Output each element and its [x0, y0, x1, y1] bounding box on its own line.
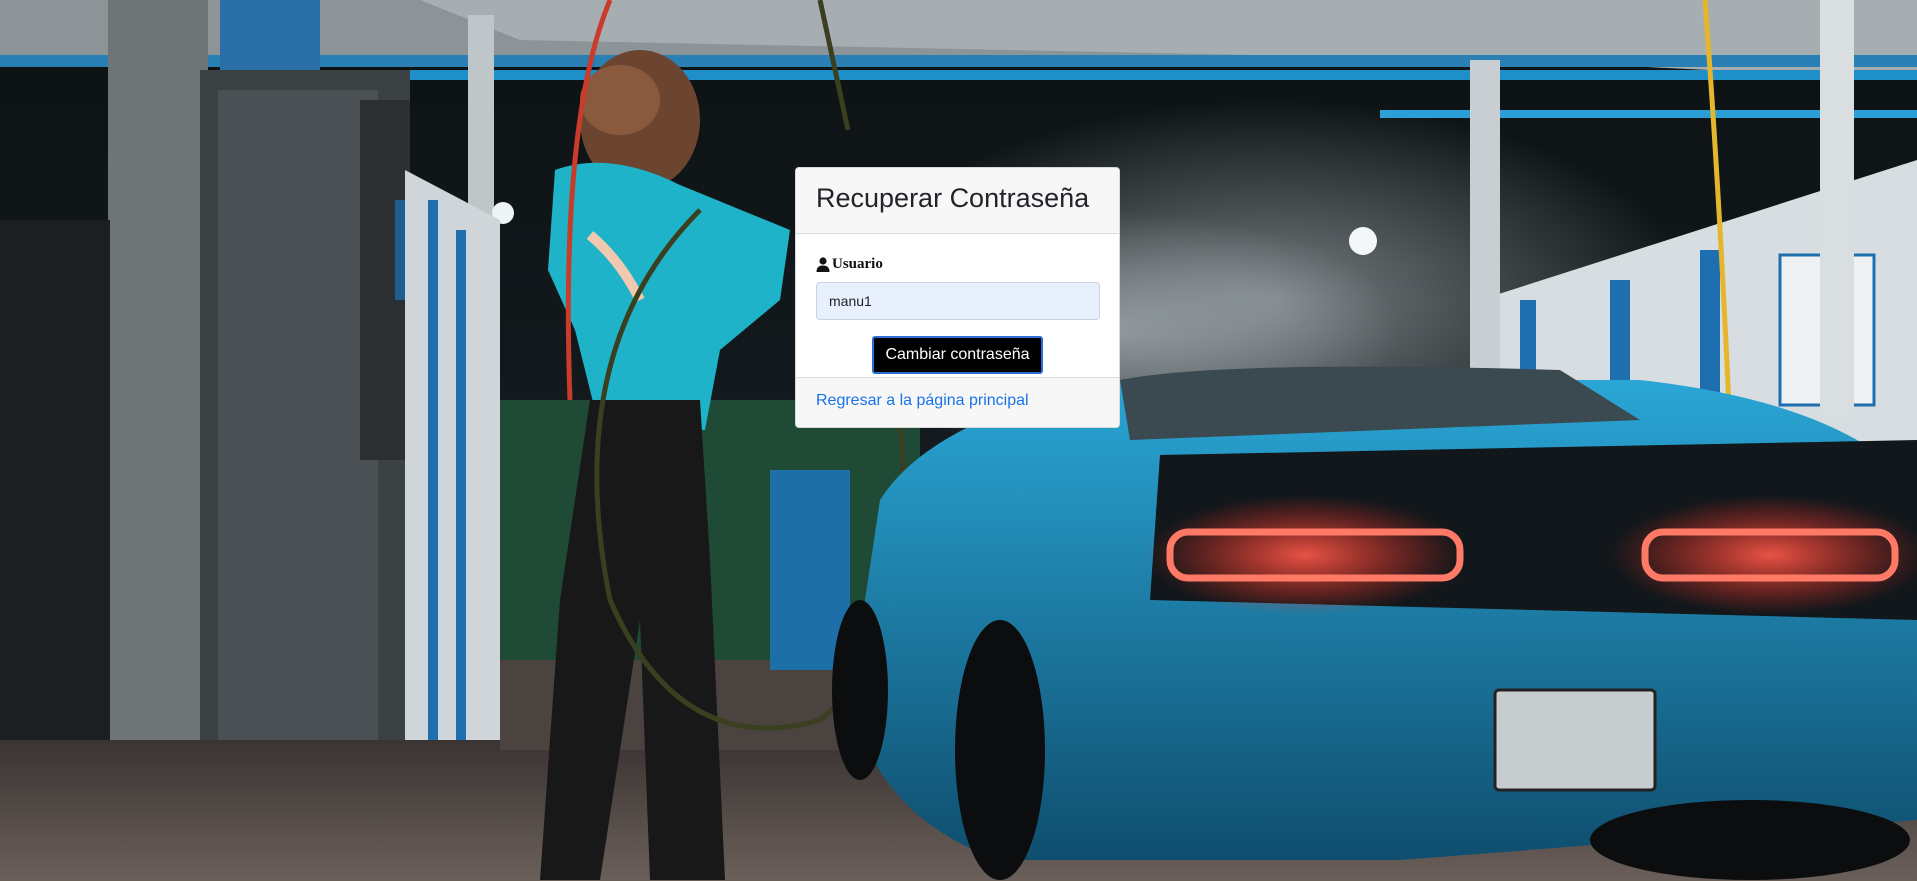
card-footer: Regresar a la página principal: [796, 377, 1119, 427]
page-title: Recuperar Contraseña: [816, 183, 1090, 213]
change-password-button[interactable]: Cambiar contraseña: [872, 336, 1043, 374]
user-field-label: Usuario: [816, 254, 1099, 274]
card-header: Recuperar Contraseña: [796, 168, 1119, 234]
user-label: Usuario: [832, 255, 883, 272]
card-body: Usuario Cambiar contraseña: [796, 234, 1119, 377]
user-icon: [816, 256, 830, 272]
background-photo: [0, 0, 1917, 881]
back-to-home-link[interactable]: Regresar a la página principal: [816, 392, 1029, 409]
recover-password-card: Recuperar Contraseña Usuario Cambiar con…: [795, 167, 1120, 428]
button-row: Cambiar contraseña: [816, 336, 1099, 374]
username-input[interactable]: [816, 282, 1100, 320]
